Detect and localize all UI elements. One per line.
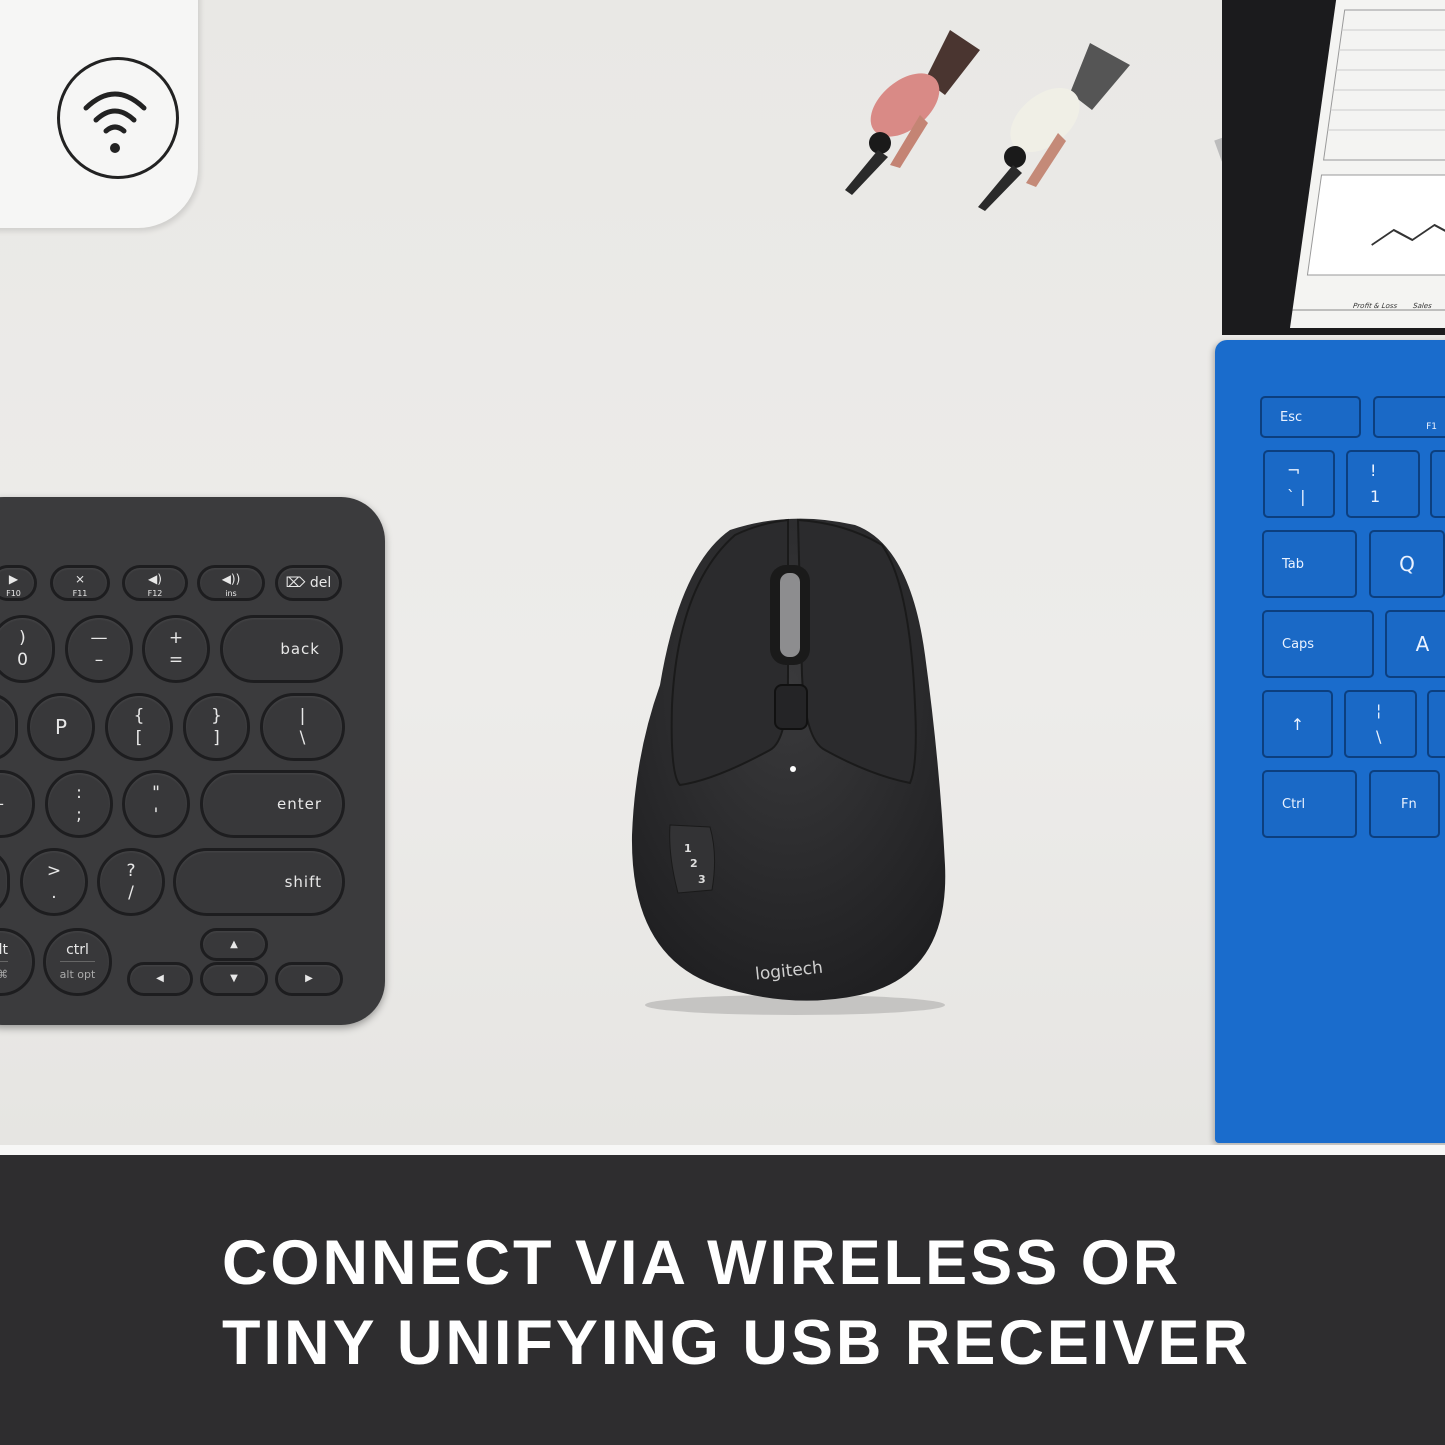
key-legend: { xyxy=(133,706,145,726)
scroll-wheel xyxy=(780,573,800,657)
key-legend: ◀) xyxy=(148,572,162,586)
key-shift: ↑ xyxy=(1262,690,1333,758)
key-f11: ⨯ F11 xyxy=(50,565,110,601)
key-legend: ] xyxy=(213,728,220,748)
figurine-pink xyxy=(845,30,980,195)
sheet-tab: Sales xyxy=(1412,302,1433,310)
caption-line-1: CONNECT VIA WIRELESS OR xyxy=(222,1228,1182,1298)
key-legend: ) xyxy=(19,628,26,648)
wifi-icon xyxy=(57,57,179,179)
key-arrow-left: ◀ xyxy=(127,962,193,996)
key-quote: " ' xyxy=(122,770,190,838)
key-legend: . xyxy=(51,883,57,903)
key-legend: / xyxy=(128,883,134,903)
key-fn: Fn xyxy=(1369,770,1440,838)
key-lbracket: {[ xyxy=(105,693,173,761)
key-del: ⌦ del xyxy=(275,565,342,601)
key-legend: ins xyxy=(225,589,237,598)
key-legend: | xyxy=(299,706,306,726)
key-f10: ▶ F10 xyxy=(0,565,37,601)
key-caps: Caps xyxy=(1262,610,1374,678)
key-legend: ⨯ xyxy=(74,572,86,586)
key-back: back xyxy=(220,615,343,683)
key-legend: ? xyxy=(126,861,136,881)
key-legend: = xyxy=(168,650,184,670)
key-rbracket: }] xyxy=(183,693,250,761)
key-legend: " xyxy=(152,783,160,803)
key-legend: ¬ xyxy=(1287,461,1301,480)
key-q: Q xyxy=(1369,530,1445,598)
key-legend: ! xyxy=(1370,461,1377,480)
key-legend: F11 xyxy=(72,589,88,598)
key-legend: ` | xyxy=(1287,487,1306,506)
key-legend: [ xyxy=(135,728,143,748)
wireless-mouse: 1 2 3 logitech xyxy=(631,518,946,1015)
key-ins: ◀)) ins xyxy=(197,565,265,601)
key-arrow-up: ▲ xyxy=(200,928,268,961)
key-partial xyxy=(1427,690,1445,758)
key-legend: ◀)) xyxy=(221,572,241,586)
key-legend: \ xyxy=(299,728,306,748)
key-tab: Tab xyxy=(1262,530,1357,598)
key-legend: + xyxy=(168,628,184,648)
key-shift: shift xyxy=(173,848,345,916)
key-backtick: ¬ ` | xyxy=(1263,450,1335,518)
key-f12: ◀) F12 xyxy=(122,565,188,601)
divider xyxy=(0,1145,1445,1155)
key-legend: > xyxy=(46,861,62,881)
key-ctrl: ctrl alt opt xyxy=(43,928,112,996)
key-legend: lt xyxy=(0,941,8,958)
key-legend: 0 xyxy=(17,650,28,670)
key-slash: ? / xyxy=(97,848,165,916)
key-equals: + = xyxy=(142,615,210,683)
key-arrow-right: ▶ xyxy=(275,962,343,996)
key-legend: d ⌘ xyxy=(0,960,8,986)
key-legend: 1 xyxy=(1370,487,1381,506)
key-enter: enter xyxy=(200,770,345,838)
caption-line-2: TINY UNIFYING USB RECEIVER xyxy=(222,1308,1251,1378)
key-partial xyxy=(1430,450,1445,518)
channel-2: 2 xyxy=(690,857,698,870)
key-legend: — xyxy=(90,628,108,648)
key-f1: F1 xyxy=(1373,396,1445,438)
key-legend: ▶ xyxy=(8,572,19,586)
product-photo: Profit & Loss Sales Esc F1 ¬ ` | ! 1 Tab… xyxy=(0,0,1445,1145)
key-legend: ¦ xyxy=(1376,701,1382,720)
key-ctrl: Ctrl xyxy=(1262,770,1357,838)
channel-3: 3 xyxy=(698,873,706,886)
figurine-white xyxy=(978,43,1130,211)
channel-1: 1 xyxy=(684,842,692,855)
key-1: ! 1 xyxy=(1346,450,1420,518)
sheet-tab: Profit & Loss xyxy=(1352,302,1398,310)
key-legend: F10 xyxy=(6,589,21,598)
key-pipe: ¦ \ xyxy=(1344,690,1417,758)
key-legend: } xyxy=(211,706,222,726)
key-p: P xyxy=(27,693,95,761)
gesture-button xyxy=(774,684,808,730)
key-legend: ' xyxy=(153,805,159,825)
key-backslash: | \ xyxy=(260,693,345,761)
caption-banner: CONNECT VIA WIRELESS OR TINY UNIFYING US… xyxy=(0,1155,1445,1445)
key-legend: \ xyxy=(1376,727,1382,746)
key-legend: F12 xyxy=(147,589,163,598)
key-a: A xyxy=(1385,610,1445,678)
key-arrow-down: ▼ xyxy=(200,962,268,996)
key-legend: : xyxy=(76,783,82,803)
status-led xyxy=(790,766,796,772)
key-legend: ctrl xyxy=(66,941,89,958)
figurines xyxy=(845,30,1130,211)
key-period: >. xyxy=(20,848,88,916)
key-esc: Esc xyxy=(1260,396,1361,438)
key-minus: — – xyxy=(65,615,133,683)
key-legend: – xyxy=(94,650,104,670)
key-semicolon: :; xyxy=(45,770,113,838)
key-legend: alt opt xyxy=(59,960,96,986)
key-legend: ; xyxy=(76,805,82,825)
